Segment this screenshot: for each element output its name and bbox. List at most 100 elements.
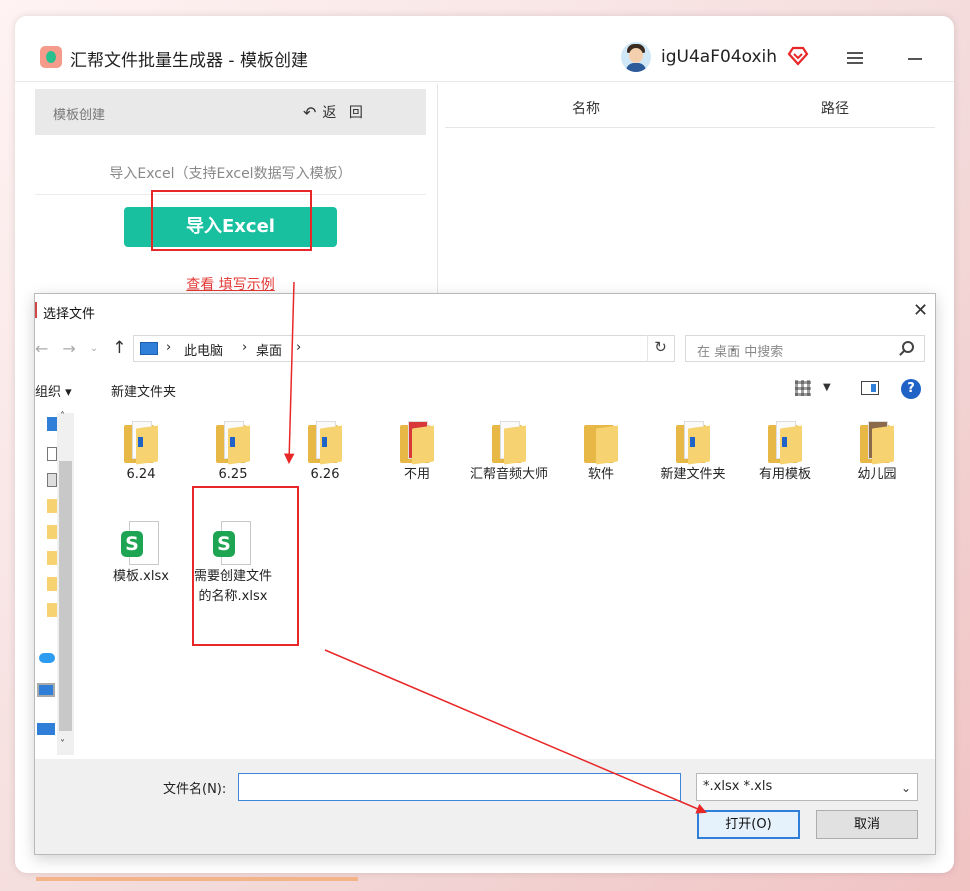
breadcrumb-desktop[interactable]: 桌面	[256, 340, 282, 359]
menu-icon[interactable]	[847, 52, 863, 64]
folder-item-new[interactable]: 新建文件夹	[647, 421, 739, 485]
folder-label: 不用	[403, 467, 430, 482]
picture-icon[interactable]	[47, 473, 57, 487]
folder-icon	[492, 421, 526, 465]
accent-bar	[36, 877, 358, 881]
panel-divider	[437, 84, 438, 304]
folder-label: 新建文件夹	[660, 467, 726, 482]
file-grid: 6.24 6.25 6.26 不用 汇帮音频大师 软件 新建文件夹 有用模板 幼…	[80, 409, 935, 759]
folder-icon	[400, 421, 434, 465]
back-arrow-icon: ↶	[303, 102, 317, 122]
vip-diamond-icon[interactable]	[787, 46, 809, 66]
file-item-names[interactable]: S 需要创建文件的名称.xlsx	[187, 521, 279, 607]
spreadsheet-icon: S	[121, 521, 161, 567]
dialog-footer: 文件名(N): ⌄ *.xlsx *.xls ⌄ 打开(O) 取消	[35, 759, 935, 854]
folder-icon[interactable]	[47, 577, 57, 591]
column-name[interactable]: 名称	[572, 98, 600, 118]
network-icon[interactable]	[37, 723, 55, 735]
breadcrumb-sep-icon: ›	[296, 340, 302, 355]
chevron-down-icon: ⌄	[901, 781, 912, 795]
folder-icon[interactable]	[47, 525, 57, 539]
refresh-icon[interactable]: ↻	[647, 335, 673, 362]
folder-item-software[interactable]: 软件	[555, 421, 647, 485]
cloud-icon[interactable]	[39, 653, 55, 663]
back-button[interactable]: ↶ 返 回	[303, 102, 367, 122]
folder-icon	[584, 421, 618, 465]
dialog-title: 选择文件	[43, 307, 96, 322]
folder-label: 6.24	[126, 467, 156, 482]
folder-item-6-26[interactable]: 6.26	[279, 421, 371, 485]
this-pc-icon[interactable]	[37, 683, 55, 697]
folder-item-unused[interactable]: 不用	[371, 421, 463, 485]
import-excel-button[interactable]: 导入Excel	[124, 207, 337, 247]
search-input[interactable]: 在 桌面 中搜索	[685, 335, 925, 362]
scroll-up-icon[interactable]: ˄	[60, 411, 65, 422]
avatar-face	[629, 48, 643, 63]
help-icon[interactable]: ?	[901, 379, 921, 399]
breadcrumb-sep-icon: ›	[242, 340, 248, 355]
filename-input[interactable]: ⌄	[238, 773, 876, 801]
file-item-template[interactable]: S 模板.xlsx	[95, 521, 187, 587]
left-panel-header: 模板创建 ↶ 返 回	[35, 89, 426, 135]
folder-icon[interactable]	[47, 551, 57, 565]
address-bar[interactable]: › 此电脑 › 桌面 › ⌄	[133, 335, 738, 362]
folder-label: 汇帮音频大师	[469, 467, 548, 482]
import-hint: 导入Excel（支持Excel数据写入模板）	[109, 166, 352, 182]
quick-access-icon[interactable]	[47, 417, 57, 431]
folder-icon	[216, 421, 250, 465]
organize-menu[interactable]: 组织 ▾	[35, 381, 72, 400]
folder-label: 6.25	[218, 467, 248, 482]
minimize-icon[interactable]	[908, 58, 922, 60]
folder-label: 6.26	[310, 467, 340, 482]
avatar[interactable]	[621, 42, 651, 72]
folder-item-audio[interactable]: 汇帮音频大师	[463, 421, 555, 485]
app-logo-icon	[40, 46, 62, 68]
folder-item-6-24[interactable]: 6.24	[95, 421, 187, 485]
document-icon[interactable]	[47, 447, 57, 461]
folder-icon	[676, 421, 710, 465]
example-link[interactable]: 查看 填写示例	[35, 274, 426, 294]
file-type-select[interactable]: *.xlsx *.xls ⌄	[696, 773, 918, 801]
title-bar: 汇帮文件批量生成器 - 模板创建 igU4aF04oxih	[15, 16, 954, 82]
username[interactable]: igU4aF04oxih	[661, 47, 777, 67]
scroll-thumb[interactable]	[59, 461, 72, 731]
folder-label: 软件	[587, 467, 614, 482]
file-label: 需要创建文件的名称.xlsx	[193, 569, 272, 604]
close-icon[interactable]: ✕	[913, 300, 928, 321]
new-folder-button[interactable]: 新建文件夹	[111, 381, 176, 400]
breadcrumb-sep-icon: ›	[166, 340, 172, 355]
dialog-icon	[35, 302, 37, 318]
file-type-value: *.xlsx *.xls	[703, 779, 773, 794]
nav-buttons: ← → ⌄ ↑	[35, 338, 126, 358]
preview-pane-icon[interactable]	[861, 381, 879, 395]
folder-icon[interactable]	[47, 499, 57, 513]
up-icon[interactable]: ↑	[112, 338, 126, 358]
file-list-header: 名称 路径	[445, 96, 935, 128]
folder-item-6-25[interactable]: 6.25	[187, 421, 279, 485]
folder-icon	[768, 421, 802, 465]
navigation-pane: ˄ ˅	[35, 409, 75, 759]
search-placeholder: 在 桌面 中搜索	[697, 345, 784, 360]
folder-icon	[308, 421, 342, 465]
folder-icon	[124, 421, 158, 465]
breadcrumb-pc[interactable]: 此电脑	[184, 340, 223, 359]
folder-icon	[860, 421, 894, 465]
back-nav-icon[interactable]: ←	[35, 339, 48, 358]
recent-chevron-icon[interactable]: ⌄	[90, 343, 98, 354]
column-path[interactable]: 路径	[821, 98, 849, 118]
spreadsheet-icon: S	[213, 521, 253, 567]
cancel-button[interactable]: 取消	[816, 810, 918, 839]
computer-icon	[140, 342, 158, 355]
left-panel-title: 模板创建	[53, 108, 106, 123]
view-grid-icon[interactable]	[795, 380, 811, 396]
view-dropdown-icon[interactable]: ▼	[823, 382, 831, 393]
open-button[interactable]: 打开(O)	[697, 810, 800, 839]
dialog-toolbar: 组织 ▾ 新建文件夹 ▼ ?	[35, 374, 935, 408]
folder-icon[interactable]	[47, 603, 57, 617]
filename-label: 文件名(N):	[163, 782, 227, 797]
folder-item-templates[interactable]: 有用模板	[739, 421, 831, 485]
forward-nav-icon[interactable]: →	[62, 339, 75, 358]
search-icon	[902, 341, 914, 353]
scroll-down-icon[interactable]: ˅	[60, 739, 65, 750]
folder-item-kindergarten[interactable]: 幼儿园	[831, 421, 923, 485]
